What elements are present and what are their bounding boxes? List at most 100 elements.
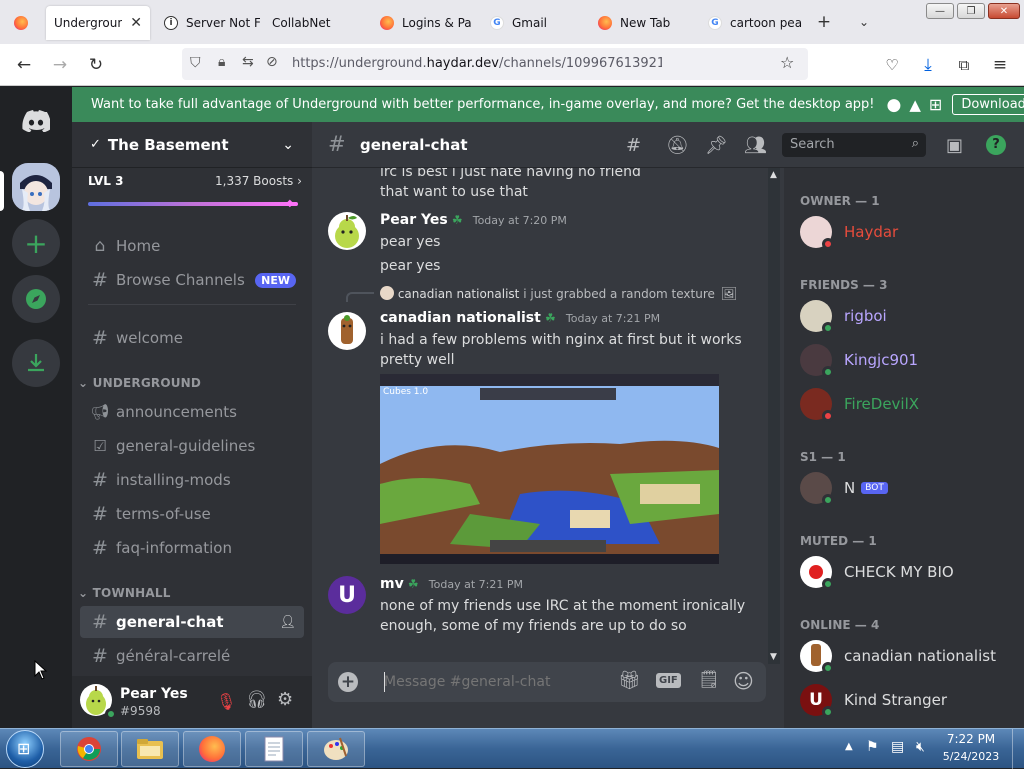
reload-icon[interactable]: ↻ [84,53,108,77]
member-name: FireDevilX [844,395,920,413]
member-avatar [800,556,834,590]
channel-welcome[interactable]: # welcome [80,322,304,354]
close-window-icon[interactable]: ✕ [988,3,1020,19]
member-haydar[interactable]: Haydar [800,212,1016,252]
discord-home-icon[interactable] [12,97,60,145]
lock-icon[interactable]: 🔒︎ [218,54,225,70]
extensions-icon[interactable]: ⧉ [952,53,976,77]
channel-general-carrele[interactable]: # général-carrelé [80,640,304,672]
scroll-down-icon[interactable]: ▼ [770,652,777,662]
screenshot-attachment[interactable]: Cubes 1.0 [380,374,719,564]
tab-new-tab[interactable]: New Tab [590,6,694,40]
category-townhall[interactable]: ⌄ TOWNHALL [78,586,171,600]
author-name[interactable]: mv [380,576,404,592]
gift-icon[interactable]: 🎁︎ [618,670,641,691]
autoplay-blocked-icon[interactable]: ⊘ [266,54,278,70]
chat-scrollbar[interactable]: ▲ ▼ [768,168,780,664]
forward-icon[interactable]: → [48,53,72,77]
author-avatar[interactable] [328,312,366,350]
channel-label: welcome [116,329,183,347]
show-desktop-button[interactable] [1012,729,1024,769]
channel-terms-of-use[interactable]: # terms-of-use [80,498,304,530]
channel-general-chat[interactable]: # general-chat 👤︎ [80,606,304,638]
member-kingjc901[interactable]: Kingjc901 [800,340,1016,380]
clock-date[interactable]: 5/24/2023 [940,750,1002,763]
app-menu-icon[interactable]: ≡ [988,53,1012,77]
mute-microphone-icon[interactable]: 🎙︎ [216,692,236,711]
tab-cartoon-pear[interactable]: G cartoon pea [700,6,804,40]
new-tab-icon[interactable]: + [812,10,836,34]
pinned-messages-icon[interactable]: 📌︎ [705,135,728,156]
member-avatar [800,216,834,250]
server-header[interactable]: ✓ The Basement ⌄ [72,122,312,168]
nav-home[interactable]: ⌂ Home [80,230,304,262]
permissions-icon[interactable]: ⇆ [242,54,254,70]
boost-count-label: 1,337 Boosts [215,174,294,188]
tab-collabnet[interactable]: CollabNet [264,6,364,40]
channel-faq-information[interactable]: # faq-information [80,532,304,564]
author-avatar[interactable] [328,212,366,250]
channel-announcements[interactable]: 📢︎ announcements [80,396,304,428]
pocket-icon[interactable]: ♡ [880,53,904,77]
minimize-window-icon[interactable]: — [926,3,954,19]
tab-logins[interactable]: Logins & Pa [372,6,476,40]
search-box[interactable]: Search ⌕ [782,133,926,157]
author-name[interactable]: canadian nationalist [380,310,541,326]
member-kind-stranger[interactable]: U Kind Stranger [800,680,1016,720]
explore-servers-icon[interactable] [12,275,60,323]
taskbar-explorer[interactable] [121,731,179,767]
add-server-icon[interactable]: + [12,219,60,267]
bookmark-star-icon[interactable]: ☆ [780,53,794,72]
help-icon[interactable]: ? [986,135,1006,155]
tab-gmail[interactable]: G Gmail [482,6,586,40]
boost-count[interactable]: 1,337 Boosts › [215,174,302,188]
download-apps-icon[interactable] [12,339,60,387]
downloads-icon[interactable]: ⤓ [916,53,940,77]
emoji-picker-icon[interactable]: ☺ [733,669,754,693]
start-button[interactable]: ⊞ [6,730,44,768]
restore-window-icon[interactable]: ❐ [957,3,985,19]
tab-server-not-found[interactable]: i Server Not F [156,6,260,40]
download-button[interactable]: Download [952,94,1024,115]
user-settings-gear-icon[interactable]: ⚙ [277,689,293,710]
category-underground[interactable]: ⌄ UNDERGROUND [78,376,201,390]
taskbar-paint[interactable] [307,731,365,767]
action-center-flag-icon[interactable]: ⚑ [866,739,879,755]
volume-muted-icon[interactable]: 🔇︎ [916,739,925,755]
threads-icon[interactable]: # [626,135,641,156]
upload-plus-icon[interactable]: + [338,672,358,692]
headphones-icon[interactable]: 🎧︎ [246,690,268,710]
message-input[interactable] [384,670,604,694]
nav-browse-channels[interactable]: # Browse Channels NEW [80,264,304,296]
firefox-menu-icon[interactable] [4,6,38,40]
inbox-icon[interactable]: ▣ [946,135,963,156]
channel-installing-mods[interactable]: # installing-mods [80,464,304,496]
member-canadian-nationalist[interactable]: canadian nationalist [800,636,1016,676]
author-name[interactable]: Pear Yes [380,212,448,228]
member-list-icon[interactable]: 👥︎ [744,135,767,156]
member-n[interactable]: N BOT [800,468,1016,508]
member-check-my-bio[interactable]: CHECK MY BIO [800,552,1016,592]
channel-general-guidelines[interactable]: ☑ general-guidelines [80,430,304,462]
notification-bell-muted-icon[interactable]: 🔕︎ [666,135,689,156]
invite-member-icon[interactable]: 👤︎ [279,615,296,630]
member-rigboi[interactable]: rigboi [800,296,1016,336]
url-bar[interactable]: ⛉ 🔒︎ ⇆ ⊘ https://underground.haydar.dev/… [182,48,808,80]
sticker-icon[interactable]: 🗒︎ [698,670,720,690]
gif-button[interactable]: GIF [656,673,681,688]
taskbar-firefox[interactable] [183,731,241,767]
back-icon[interactable]: ← [12,53,36,77]
close-tab-icon[interactable]: ✕ [130,15,142,31]
reply-preview[interactable]: canadian nationalist i just grabbed a ra… [380,286,737,302]
tab-underground[interactable]: Underground ✕ [46,6,150,40]
author-avatar[interactable]: U [328,576,366,614]
network-icon[interactable]: ▤ [891,739,904,755]
taskbar-chrome[interactable] [60,731,118,767]
clock-time[interactable]: 7:22 PM [940,732,1002,746]
member-firedevilx[interactable]: FireDevilX [800,384,1016,424]
list-tabs-icon[interactable]: ⌄ [852,10,876,34]
server-avatar-the-basement[interactable] [12,163,60,211]
taskbar-notepad[interactable] [245,731,303,767]
show-hidden-icons-icon[interactable]: ▲ [845,741,853,752]
tracking-protection-icon[interactable]: ⛉ [190,55,201,71]
